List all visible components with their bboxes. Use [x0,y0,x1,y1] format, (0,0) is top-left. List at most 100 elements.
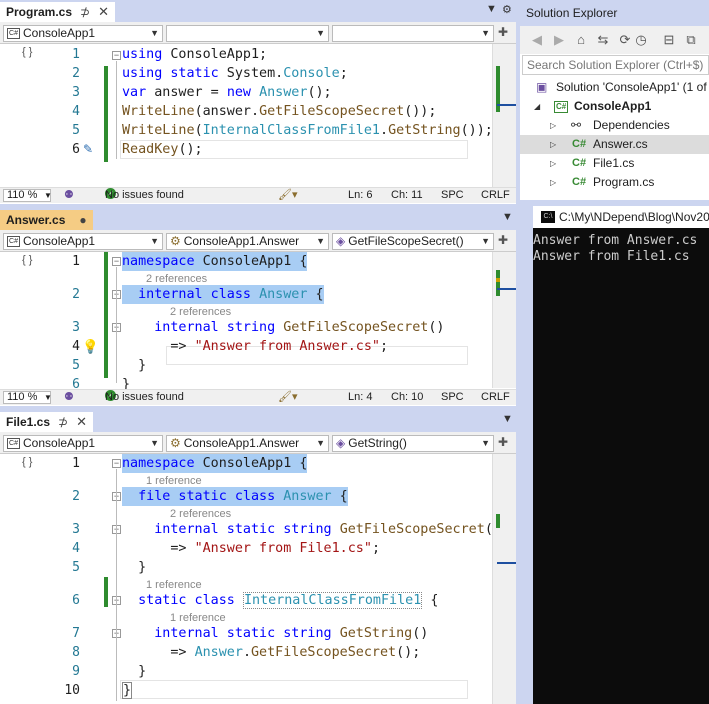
split-icon[interactable]: ✚ [498,435,508,449]
project-combo[interactable]: C# ConsoleApp1 ▼ [3,233,163,250]
pin-icon[interactable]: ⊅ [80,5,90,19]
code-line: 2 internal class Answer { [0,285,492,304]
code-line: 2 using static System.Console; [0,64,492,83]
tab-list-dropdown-icon[interactable]: ▼ [502,413,513,425]
csharp-project-icon: C# [554,101,569,113]
code-line-text: internal string GetFileScopeSecret() [154,320,445,335]
forward-icon[interactable]: ▶ [552,33,566,47]
caret-marker [496,278,500,282]
type-combo-value: ConsoleApp1.Answer [183,436,300,450]
chevron-down-icon: ▼ [316,236,325,246]
chevron-down-icon: ▼ [150,28,159,38]
project-combo[interactable]: C# ConsoleApp1 ▼ [3,435,163,452]
vertical-scrollbar[interactable] [492,454,516,704]
tree-item-file1-cs[interactable]: ▷ C# File1.cs [520,154,709,173]
close-tab-icon[interactable]: ✕ [98,4,109,20]
line-number: 1 [72,456,80,471]
tree-item-program-cs[interactable]: ▷ C# Program.cs [520,173,709,192]
type-combo[interactable]: ▼ [166,25,329,42]
zoom-chevron-icon[interactable]: ▼ [44,390,52,405]
member-combo[interactable]: ▼ [332,25,494,42]
vertical-scrollbar[interactable] [492,44,516,188]
tab-answer-cs[interactable]: Answer.cs ● [0,210,93,230]
console-output-line: Answer from Answer.cs [533,233,698,248]
code-line-text: file static class Answer { [122,487,348,506]
quick-action-icon[interactable]: ✎ [83,140,93,159]
project-combo[interactable]: C# ConsoleApp1 ▼ [3,25,163,42]
codelens-references[interactable]: 1 reference [146,474,202,488]
console-title: C:\My\NDepend\Blog\Nov2022\ConsoleApp1\b… [559,210,709,224]
line-number: 4 [72,339,80,354]
collapsed-arrow-icon[interactable]: ▷ [550,135,556,154]
code-line-text: WriteLine(answer.GetFileScopeSecret()); [122,104,437,119]
tree-item-answer-cs[interactable]: ▷ C# Answer.cs [520,135,709,154]
code-line-text: } [122,358,147,373]
code-line: 3 internal string GetFileScopeSecret() [0,318,492,337]
cleanup-brush-icon[interactable]: 🖌▾ [278,390,298,405]
show-all-files-icon[interactable]: ⧉ [684,33,698,47]
codelens-references[interactable]: 1 reference [170,611,226,625]
line-number: 5 [72,123,80,138]
back-icon[interactable]: ◀ [530,33,544,47]
line-number: 2 [72,66,80,81]
sync-icon[interactable]: ⟳ [618,33,632,47]
code-line-text: => Answer.GetFileScopeSecret(); [122,645,421,660]
codelens-references[interactable]: 2 references [170,305,231,319]
collapsed-arrow-icon[interactable]: ▷ [550,154,556,173]
switch-views-icon[interactable]: ⇆ [596,33,610,47]
project-icon: C# [7,236,20,248]
home-icon[interactable]: ⌂ [574,33,588,47]
line-number: 7 [72,626,80,641]
vertical-scrollbar[interactable] [492,252,516,388]
console-title-bar[interactable]: C:\ C:\My\NDepend\Blog\Nov2022\ConsoleAp… [533,206,709,228]
codelens-references[interactable]: 2 references [146,272,207,286]
code-line: 3 var answer = new Answer(); [0,83,492,102]
collapse-all-icon[interactable]: ⊟ [662,33,676,47]
solution-explorer: Solution Explorer ◀ ▶ ⌂ ⇆ ⟳ ◷ ⊟ ⧉ Search… [520,0,709,200]
pin-icon[interactable]: ⊅ [58,415,68,429]
cleanup-brush-icon[interactable]: 🖌▾ [278,188,298,203]
tab-list-dropdown-icon[interactable]: ▼ [486,3,497,15]
codelens-references[interactable]: 1 reference [146,578,202,592]
code-line: 1 namespace ConsoleApp1 { [0,252,492,271]
tree-item-solution[interactable]: ▣ Solution 'ConsoleApp1' (1 of 1 project… [520,78,709,97]
expanded-arrow-icon[interactable]: ◢ [534,97,540,116]
type-combo[interactable]: ⚙ ConsoleApp1.Answer ▼ [166,233,329,250]
editor-program-cs: Program.cs ⊅ ✕ ▼ ⚙ C# ConsoleApp1 ▼ ▼ ▼ ✚ … [0,0,516,204]
member-combo[interactable]: ◈ GetString() ▼ [332,435,494,452]
type-combo[interactable]: ⚙ ConsoleApp1.Answer ▼ [166,435,329,452]
tab-list-dropdown-icon[interactable]: ▼ [502,211,513,223]
solution-search-input[interactable]: Search Solution Explorer (Ctrl+$) [522,55,709,75]
collapsed-arrow-icon[interactable]: ▷ [550,173,556,192]
editor-file1-cs: File1.cs ⊅ ✕ ▼ C# ConsoleApp1 ▼ ⚙ ConsoleAp… [0,410,516,704]
split-icon[interactable]: ✚ [498,25,508,39]
column-indicator: Ch: 11 [391,189,423,201]
pending-changes-icon[interactable]: ◷ [634,33,648,47]
tab-file1-cs[interactable]: File1.cs ⊅ ✕ [0,412,93,432]
scroll-position-marker [497,104,516,106]
member-combo[interactable]: ◈ GetFileScopeSecret() ▼ [332,233,494,250]
code-line: 1 using ConsoleApp1; [0,45,492,64]
split-icon[interactable]: ✚ [498,233,508,247]
chevron-down-icon: ▼ [316,28,325,38]
assist-icon[interactable]: ⚉ [64,390,74,405]
tree-item-dependencies[interactable]: ▷ ⚯ Dependencies [520,116,709,135]
lightbulb-icon[interactable]: 💡 [82,337,99,356]
close-tab-icon[interactable]: ✕ [76,414,87,430]
project-combo-value: ConsoleApp1 [23,436,96,450]
code-area[interactable]: { } − − − 1namespace ConsoleApp1 { 2 ref… [0,252,492,392]
collapsed-arrow-icon[interactable]: ▷ [550,116,556,135]
chevron-down-icon: ▼ [481,236,490,246]
line-number: 1 [72,254,80,269]
tab-strip: File1.cs ⊅ ✕ ▼ [0,410,516,432]
settings-gear-icon[interactable]: ⚙ [502,3,512,16]
tab-program-cs[interactable]: Program.cs ⊅ ✕ [0,2,115,22]
tree-item-project[interactable]: ◢ C# ConsoleApp1 [520,97,709,116]
chevron-down-icon: ▼ [316,438,325,448]
code-area[interactable]: { } − 1 using ConsoleApp1; 2 using static … [0,44,493,184]
zoom-chevron-icon[interactable]: ▼ [44,188,52,203]
assist-icon[interactable]: ⚉ [64,188,74,203]
code-line: 4 💡 => "Answer from Answer.cs"; [0,337,492,356]
codelens-references[interactable]: 2 references [170,507,231,521]
code-area[interactable]: { } − − − − − 1namespace ConsoleApp1 { 1… [0,454,501,704]
